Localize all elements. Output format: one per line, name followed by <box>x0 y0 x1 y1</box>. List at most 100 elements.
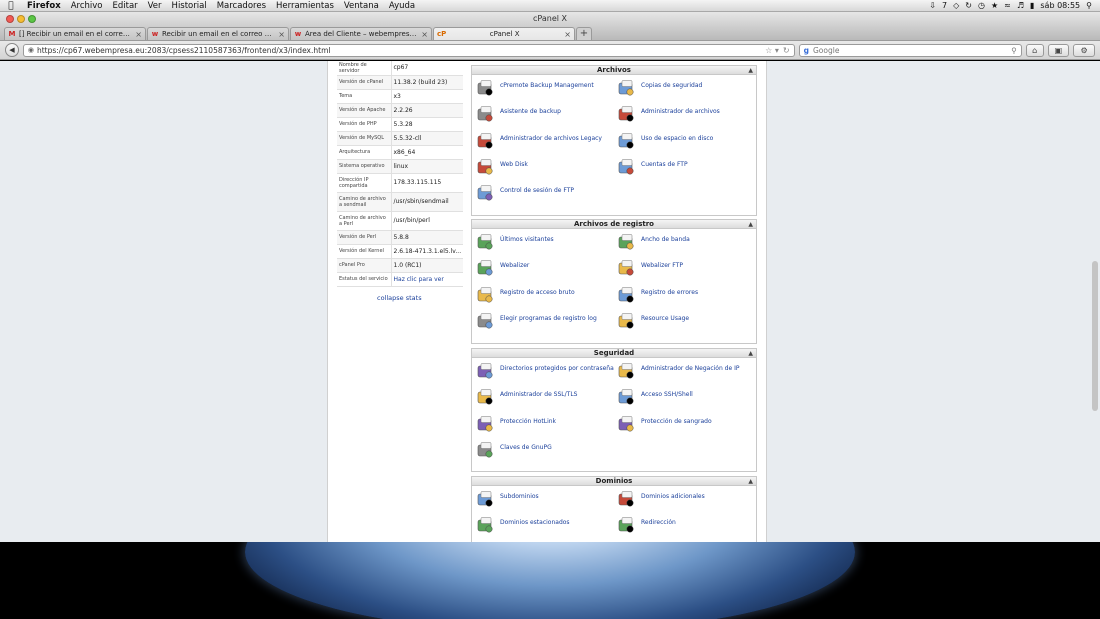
cpanel-item-label[interactable]: cPremote Backup Management <box>500 79 594 89</box>
url-bar[interactable]: ◉ https://cp67.webempresa.eu:2083/cpsess… <box>22 43 795 57</box>
cpanel-item-label[interactable]: Acceso SSH/Shell <box>641 388 693 398</box>
search-input[interactable]: g Google ⚲ <box>798 43 1022 57</box>
spotlight-search-icon[interactable]: ⚲ <box>1086 1 1092 10</box>
cpanel-item-latest-visitors[interactable]: Últimos visitantes <box>476 233 616 257</box>
tab-webempresa-1[interactable]: w Recibir un email en el correo de... × <box>147 27 289 40</box>
search-icon[interactable]: ⚲ <box>1011 46 1017 55</box>
collapse-toggle-icon[interactable]: ▲ <box>748 220 753 229</box>
cpanel-item-label[interactable]: Redirección <box>641 516 676 526</box>
cpanel-item-label[interactable]: Control de sesión de FTP <box>500 184 574 194</box>
sync-icon[interactable]: ↻ <box>965 1 972 10</box>
cpanel-item-webalizer[interactable]: Webalizer <box>476 259 616 283</box>
tab-cpanel[interactable]: cP cPanel X × <box>433 27 575 40</box>
menu-editar[interactable]: Editar <box>107 1 142 11</box>
cpanel-item-label[interactable]: Webalizer <box>500 259 529 269</box>
cpanel-item-label[interactable]: Web Disk <box>500 158 528 168</box>
close-tab-icon[interactable]: × <box>421 30 428 39</box>
menu-historial[interactable]: Historial <box>167 1 212 11</box>
cpanel-item-label[interactable]: Claves de GnuPG <box>500 441 552 451</box>
cpanel-item-label[interactable]: Protección HotLink <box>500 415 556 425</box>
collapse-toggle-icon[interactable]: ▲ <box>748 477 753 486</box>
section-header[interactable]: Dominios ▲ <box>472 477 756 486</box>
close-tab-icon[interactable]: × <box>135 30 142 39</box>
close-tab-icon[interactable]: × <box>278 30 285 39</box>
cpanel-item-label[interactable]: Uso de espacio en disco <box>641 132 713 142</box>
bookmark-star-icon[interactable]: ☆ ▾ <box>765 46 779 55</box>
cpanel-item-disk-usage[interactable]: Uso de espacio en disco <box>617 132 757 156</box>
cpanel-item-resource-usage[interactable]: Resource Usage <box>617 312 757 336</box>
cpanel-item-label[interactable]: Dominios estacionados <box>500 516 570 526</box>
menu-app-firefox[interactable]: Firefox <box>22 1 66 11</box>
collapse-stats-link[interactable]: collapse stats <box>377 294 422 302</box>
cpanel-item-label[interactable]: Elegir programas de registro log <box>500 312 597 322</box>
cpanel-item-file-manager[interactable]: Administrador de archivos <box>617 105 757 129</box>
apple-menu-icon[interactable]:  <box>0 1 22 11</box>
cpanel-item-hotlink-protection[interactable]: Protección HotLink <box>476 415 616 439</box>
cpanel-item-label[interactable]: Resource Usage <box>641 312 689 322</box>
cpanel-item-label[interactable]: Copias de seguridad <box>641 79 702 89</box>
screen-capture-button[interactable]: ▣ <box>1047 43 1070 57</box>
cpanel-item-ssh-shell[interactable]: Acceso SSH/Shell <box>617 388 757 412</box>
cpanel-item-addon-domains[interactable]: Dominios adicionales <box>617 490 757 514</box>
bluetooth-icon[interactable]: ★ <box>991 1 998 10</box>
menu-herramientas[interactable]: Herramientas <box>271 1 339 11</box>
zoom-window-button[interactable] <box>28 15 36 23</box>
cpanel-item-label[interactable]: Protección de sangrado <box>641 415 712 425</box>
menu-marcadores[interactable]: Marcadores <box>212 1 271 11</box>
cpanel-item-ssl-tls[interactable]: Administrador de SSL/TLS <box>476 388 616 412</box>
tab-webempresa-2[interactable]: w Área del Cliente – webempresa... × <box>290 27 432 40</box>
stat-value[interactable]: Haz clic para ver <box>391 272 463 287</box>
cpanel-item-label[interactable]: Registro de acceso bruto <box>500 286 575 296</box>
cpanel-item-backup-wizard[interactable]: Asistente de backup <box>476 105 616 129</box>
volume-icon[interactable]: ♬ <box>1017 1 1024 10</box>
cpanel-item-error-log[interactable]: Registro de errores <box>617 286 757 310</box>
google-search-engine-icon[interactable]: g <box>804 46 809 55</box>
cpanel-item-ip-deny[interactable]: Administrador de Negación de IP <box>617 362 757 386</box>
cpanel-item-label[interactable]: Directorios protegidos por contraseña <box>500 362 614 372</box>
cpanel-item-raw-access-log[interactable]: Registro de acceso bruto <box>476 286 616 310</box>
menu-ver[interactable]: Ver <box>143 1 167 11</box>
dropbox-icon[interactable]: ◇ <box>953 1 959 10</box>
cpanel-item-label[interactable]: Cuentas de FTP <box>641 158 688 168</box>
cpanel-item-webalizer-ftp[interactable]: Webalizer FTP <box>617 259 757 283</box>
cpanel-item-redirects[interactable]: Redirección <box>617 516 757 540</box>
section-header[interactable]: Archivos de registro ▲ <box>472 220 756 229</box>
cpanel-item-label[interactable]: Administrador de SSL/TLS <box>500 388 577 398</box>
section-header[interactable]: Archivos ▲ <box>472 66 756 75</box>
page-scrollbar[interactable] <box>1092 261 1098 411</box>
home-button[interactable]: ⌂ <box>1025 43 1044 57</box>
cpanel-item-label[interactable]: Asistente de backup <box>500 105 561 115</box>
collapse-toggle-icon[interactable]: ▲ <box>748 66 753 75</box>
battery-icon[interactable]: ▮ <box>1030 1 1034 10</box>
cpanel-item-backup-management[interactable]: cPremote Backup Management <box>476 79 616 103</box>
reload-icon[interactable]: ↻ <box>783 46 790 55</box>
new-tab-button[interactable]: + <box>576 27 592 40</box>
cpanel-item-label[interactable]: Ancho de banda <box>641 233 690 243</box>
section-header[interactable]: Seguridad ▲ <box>472 349 756 358</box>
cpanel-item-label[interactable]: Subdominios <box>500 490 539 500</box>
cpanel-item-label[interactable]: Administrador de archivos <box>641 105 720 115</box>
cpanel-item-bandwidth[interactable]: Ancho de banda <box>617 233 757 257</box>
cpanel-item-ftp-accounts[interactable]: Cuentas de FTP <box>617 158 757 182</box>
cpanel-item-leech-protection[interactable]: Protección de sangrado <box>617 415 757 439</box>
menu-ayuda[interactable]: Ayuda <box>384 1 420 11</box>
wifi-icon[interactable]: ≈ <box>1004 1 1011 10</box>
download-arrow-icon[interactable]: ⇩ <box>929 1 936 10</box>
collapse-toggle-icon[interactable]: ▲ <box>748 349 753 358</box>
tools-gear-button[interactable]: ⚙ <box>1073 43 1095 57</box>
time-machine-icon[interactable]: ◷ <box>978 1 985 10</box>
cpanel-item-label[interactable]: Registro de errores <box>641 286 698 296</box>
close-window-button[interactable] <box>6 15 14 23</box>
cpanel-item-label[interactable]: Webalizer FTP <box>641 259 683 269</box>
cpanel-item-log-programs[interactable]: Elegir programas de registro log <box>476 312 616 336</box>
menubar-clock[interactable]: sáb 08:55 <box>1040 1 1080 10</box>
minimize-window-button[interactable] <box>17 15 25 23</box>
cpanel-item-label[interactable]: Administrador de Negación de IP <box>641 362 739 372</box>
tab-gmail[interactable]: M [] Recibir un email en el correo ... × <box>4 27 146 40</box>
cpanel-item-label[interactable]: Dominios adicionales <box>641 490 705 500</box>
cpanel-item-password-directory[interactable]: Directorios protegidos por contraseña <box>476 362 616 386</box>
cpanel-item-label[interactable]: Administrador de archivos Legacy <box>500 132 602 142</box>
cpanel-item-label[interactable]: Últimos visitantes <box>500 233 554 243</box>
cpanel-item-ftp-session[interactable]: Control de sesión de FTP <box>476 184 616 208</box>
menu-ventana[interactable]: Ventana <box>339 1 384 11</box>
